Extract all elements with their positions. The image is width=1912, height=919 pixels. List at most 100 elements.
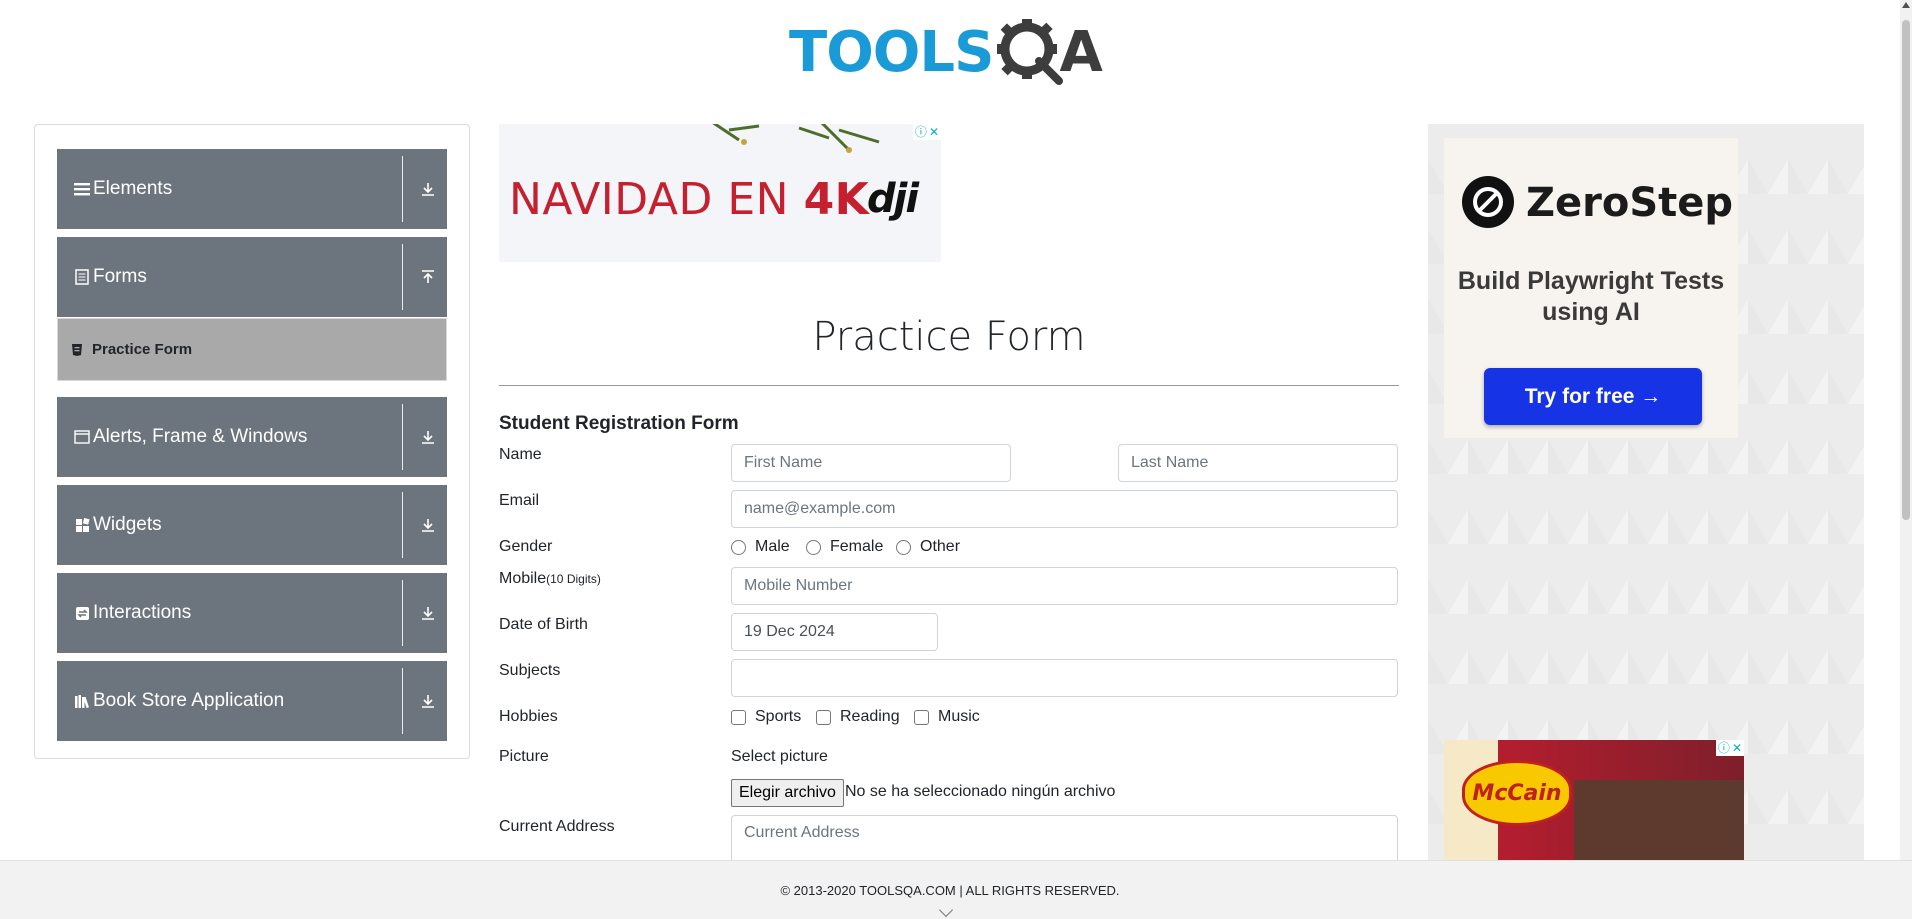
banner-ad-dji[interactable]: NAVIDAD EN 4K dji ⓘ ✕ (499, 124, 941, 262)
zerostep-brand: ZeroStep (1526, 180, 1734, 226)
logo-text-a: A (1059, 19, 1103, 85)
radio-button[interactable] (896, 539, 911, 555)
interactions-icon (73, 604, 91, 622)
checkbox-label: Sports (755, 708, 802, 725)
first-name-input[interactable]: First Name (731, 444, 1011, 482)
last-name-input[interactable]: Last Name (1118, 444, 1398, 482)
hobby-checkbox-sports[interactable]: Sports (731, 708, 801, 726)
subjects-input[interactable] (731, 659, 1398, 697)
document-icon (73, 268, 91, 286)
expand-arrow-icon[interactable] (419, 692, 437, 710)
select-picture-label: Select picture (731, 748, 828, 765)
expand-arrow-icon[interactable] (419, 180, 437, 198)
dob-label: Date of Birth (499, 616, 588, 633)
sidebar-item-practice-form[interactable]: Practice Form (57, 318, 447, 381)
radio-label: Female (830, 538, 884, 555)
radio-label: Male (755, 538, 790, 555)
date-of-birth-input[interactable]: 19 Dec 2024 (731, 613, 938, 651)
subjects-label: Subjects (499, 662, 561, 679)
title-divider (499, 385, 1399, 386)
current-address-textarea[interactable]: Current Address (731, 815, 1398, 863)
expand-arrow-icon[interactable] (419, 604, 437, 622)
gender-radio-male[interactable]: Male (731, 538, 790, 556)
copyright-text: © 2013-2020 TOOLSQA.COM | ALL RIGHTS RES… (780, 883, 1120, 898)
checkbox-label: Reading (840, 708, 900, 725)
sidebar-group-label: Widgets (93, 514, 162, 535)
sidebar-group-label: Alerts, Frame & Windows (93, 426, 308, 447)
sidebar-group-interactions[interactable]: Interactions (57, 573, 447, 653)
gear-magnifier-icon (997, 19, 1064, 85)
checkbox[interactable] (731, 709, 746, 725)
email-label: Email (499, 492, 540, 509)
sidebar-group-alerts[interactable]: Alerts, Frame & Windows (57, 397, 447, 477)
ad-headline: NAVIDAD EN 4K (509, 174, 870, 225)
ad-controls[interactable]: ⓘ ✕ (1715, 740, 1744, 756)
widgets-icon (73, 516, 91, 534)
html-file-icon (72, 343, 82, 356)
divider (402, 156, 403, 222)
ad-info-icon[interactable]: ⓘ (915, 125, 927, 139)
ad-controls[interactable]: ⓘ ✕ (912, 124, 941, 140)
sidebar-ads: ZeroStep Build Playwright Tests using AI… (1428, 124, 1864, 864)
page-scrollbar[interactable] (1900, 0, 1912, 860)
radio-button[interactable] (806, 539, 821, 555)
header: TOOLS A (0, 0, 1912, 100)
books-icon (73, 692, 91, 710)
checkbox[interactable] (914, 709, 929, 725)
current-address-label: Current Address (499, 818, 615, 835)
expand-arrow-icon[interactable] (419, 516, 437, 534)
hobbies-label: Hobbies (499, 708, 558, 725)
checkbox-label: Music (938, 708, 980, 725)
form-subtitle: Student Registration Form (499, 413, 739, 434)
checkbox[interactable] (816, 709, 831, 725)
radio-button[interactable] (731, 539, 746, 555)
ad-close-icon[interactable]: ✕ (1732, 741, 1742, 755)
collapse-arrow-icon[interactable] (419, 268, 437, 286)
pine-branch-decoration (712, 124, 880, 153)
mobile-hint: (10 Digits) (546, 572, 601, 586)
ad-close-icon[interactable]: ✕ (929, 125, 939, 139)
ad-info-icon[interactable]: ⓘ (1718, 741, 1730, 755)
window-icon (73, 428, 91, 446)
zerostep-headline: Build Playwright Tests using AI (1457, 267, 1725, 326)
toolsqa-logo[interactable]: TOOLS A (789, 14, 1103, 90)
sidebar-group-label: Elements (93, 178, 173, 199)
try-for-free-button[interactable]: Try for free → (1484, 368, 1702, 425)
divider (402, 244, 403, 310)
sidebar-group-label: Forms (93, 266, 147, 287)
gender-radio-other[interactable]: Other (896, 538, 960, 556)
scroll-up-arrow-icon[interactable] (1902, 2, 1910, 8)
choose-file-button[interactable]: Elegir archivo (731, 779, 844, 807)
chevron-down-icon[interactable] (938, 902, 954, 918)
divider (402, 668, 403, 734)
radio-label: Other (920, 538, 961, 555)
mobile-input[interactable]: Mobile Number (731, 567, 1398, 605)
sidebar-group-label: Book Store Application (93, 690, 285, 711)
hobby-checkbox-reading[interactable]: Reading (816, 708, 900, 726)
mccain-ad[interactable]: McCain ⓘ ✕ (1444, 740, 1744, 864)
mobile-label: Mobile(10 Digits) (499, 570, 601, 587)
gender-label: Gender (499, 538, 553, 555)
footer: © 2013-2020 TOOLSQA.COM | ALL RIGHTS RES… (0, 860, 1912, 919)
ad-photo (1574, 780, 1744, 864)
sidebar-group-bookstore[interactable]: Book Store Application (57, 661, 447, 741)
gender-radio-female[interactable]: Female (806, 538, 883, 556)
hobby-checkbox-music[interactable]: Music (914, 708, 980, 726)
sidebar-group-elements[interactable]: Elements (57, 149, 447, 229)
hamburger-icon (73, 180, 91, 198)
expand-arrow-icon[interactable] (419, 428, 437, 446)
divider (402, 492, 403, 558)
sidebar-item-label: Practice Form (92, 341, 193, 358)
divider (402, 404, 403, 470)
sidebar-menu: Elements Forms Practice Form Alerts, Fra… (34, 124, 470, 759)
scrollbar-thumb[interactable] (1902, 20, 1910, 520)
page-title: Practice Form (812, 314, 1086, 360)
email-input[interactable]: name@example.com (731, 490, 1398, 528)
mccain-logo: McCain (1462, 760, 1572, 826)
name-label: Name (499, 446, 542, 463)
divider (402, 580, 403, 646)
zerostep-ad[interactable]: ZeroStep Build Playwright Tests using AI… (1444, 138, 1738, 438)
dji-logo: dji (867, 176, 919, 222)
sidebar-group-widgets[interactable]: Widgets (57, 485, 447, 565)
sidebar-group-forms[interactable]: Forms (57, 237, 447, 317)
